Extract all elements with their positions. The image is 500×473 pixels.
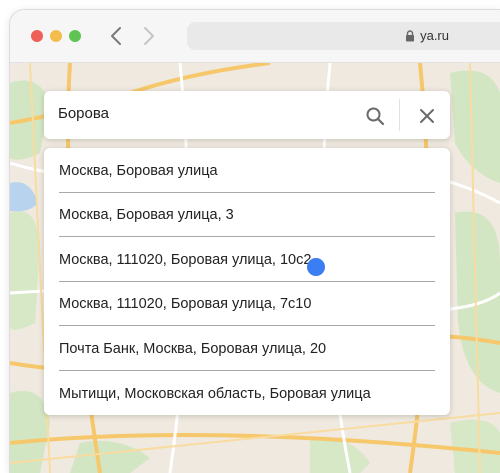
back-button[interactable] xyxy=(105,24,127,48)
search-box xyxy=(44,91,450,139)
suggestion-item[interactable]: Москва, 111020, Боровая улица, 7с10 xyxy=(59,282,435,326)
search-input[interactable] xyxy=(58,105,348,122)
address-bar[interactable]: ya.ru xyxy=(187,22,500,50)
clear-button[interactable] xyxy=(414,103,440,129)
chevron-left-icon xyxy=(111,27,121,45)
cursor-indicator xyxy=(307,258,325,276)
suggestion-item[interactable]: Москва, Боровая улица xyxy=(59,148,435,193)
search-divider xyxy=(399,99,400,131)
minimize-window-button[interactable] xyxy=(50,30,62,42)
browser-window: ya.ru Борова Москва, Боровая улица Москв… xyxy=(10,10,500,473)
suggestion-list: Москва, Боровая улица Москва, Боровая ул… xyxy=(44,148,450,415)
lock-icon xyxy=(405,29,415,42)
browser-titlebar: ya.ru xyxy=(10,10,500,63)
suggestion-item[interactable]: Москва, Боровая улица, 3 xyxy=(59,193,435,237)
close-window-button[interactable] xyxy=(31,30,43,42)
url-text: ya.ru xyxy=(420,28,449,43)
chevron-right-icon xyxy=(144,27,154,45)
suggestion-item[interactable]: Почта Банк, Москва, Боровая улица, 20 xyxy=(59,326,435,371)
search-button[interactable] xyxy=(362,103,388,129)
close-icon xyxy=(420,109,434,123)
search-icon xyxy=(366,107,385,126)
suggestion-item[interactable]: Москва, 111020, Боровая улица, 10с2 xyxy=(59,237,435,282)
suggestion-item[interactable]: Мытищи, Московская область, Боровая улиц… xyxy=(59,371,435,416)
forward-button[interactable] xyxy=(138,24,160,48)
maximize-window-button[interactable] xyxy=(69,30,81,42)
